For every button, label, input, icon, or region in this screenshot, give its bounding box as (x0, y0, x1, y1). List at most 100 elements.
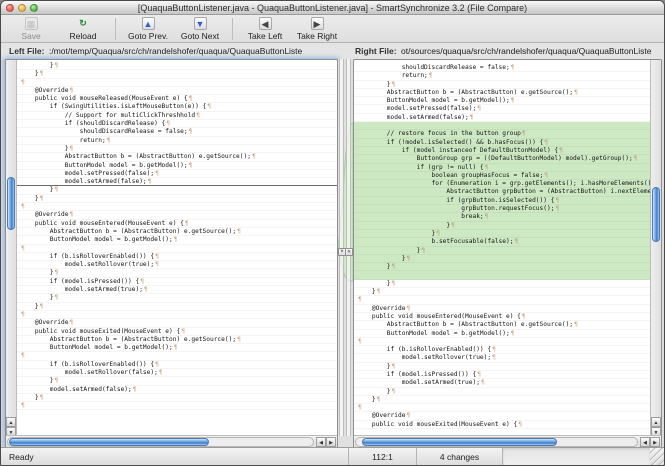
toolbar-separator (232, 18, 233, 40)
code-line: @Override¶ (354, 412, 650, 420)
save-icon: ▦ (25, 17, 38, 30)
left-horizontal-scrollbar-thumb[interactable] (9, 438, 209, 446)
code-line: AbstractButton b = (AbstractButton) e.ge… (17, 336, 337, 344)
code-line: model.setRollover(false);¶ (17, 369, 337, 377)
copy-change-left-button[interactable]: « (345, 248, 353, 256)
line-end-mark: ¶ (185, 220, 189, 227)
title-bar[interactable]: [QuaquaButtonListener.java - QuaquaButto… (1, 1, 664, 15)
scroll-right-icon[interactable]: ▶ (326, 437, 336, 447)
code-line: ButtonModel model = b.getModel();¶ (17, 162, 337, 170)
line-end-mark: ¶ (40, 303, 44, 310)
code-line: ¶ (354, 404, 650, 412)
line-end-mark: ¶ (522, 130, 526, 137)
scroll-left-icon[interactable]: ◀ (316, 437, 326, 447)
code-line: ¶ (17, 203, 337, 211)
zoom-button[interactable] (30, 4, 38, 12)
goto-next-button[interactable]: ▼ Goto Next (174, 16, 226, 42)
code-line: @Override¶ (354, 305, 650, 313)
right-vertical-scrollbar[interactable]: ▲ ▼ (650, 60, 661, 435)
line-end-mark: ¶ (377, 288, 381, 295)
right-file-path[interactable]: ot/sources/quaqua/src/ch/randelshofer/qu… (401, 46, 659, 56)
code-line: }¶ (354, 388, 650, 396)
line-end-mark: ¶ (55, 62, 59, 69)
right-vertical-scrollbar-thumb[interactable] (652, 187, 660, 242)
line-end-mark: ¶ (392, 81, 396, 88)
line-end-mark: ¶ (69, 145, 73, 152)
line-end-mark: ¶ (406, 255, 410, 262)
line-end-mark: ¶ (237, 336, 241, 343)
line-end-mark: ¶ (21, 352, 25, 359)
take-left-button[interactable]: ◀ Take Left (239, 16, 291, 42)
line-end-mark: ¶ (436, 230, 440, 237)
line-end-mark: ¶ (55, 294, 59, 301)
line-end-mark: ¶ (485, 164, 489, 171)
code-line: }¶ (354, 247, 650, 255)
left-horizontal-scrollbar-track[interactable] (7, 437, 314, 447)
code-line: boolean groupHasFocus = false;¶ (354, 172, 650, 180)
take-right-button[interactable]: ▶ Take Right (291, 16, 343, 42)
close-button[interactable] (6, 4, 14, 12)
line-end-mark: ¶ (155, 253, 159, 260)
line-end-mark: ¶ (140, 278, 144, 285)
line-end-mark: ¶ (189, 162, 193, 169)
code-line: }¶ (17, 269, 337, 277)
line-end-mark: ¶ (574, 321, 578, 328)
line-end-mark: ¶ (21, 402, 25, 409)
code-line: // restore focus in the button group¶ (354, 130, 650, 138)
code-line: ¶ (354, 296, 650, 304)
resize-grip-icon[interactable] (650, 448, 664, 465)
line-end-mark: ¶ (40, 70, 44, 77)
left-code-view[interactable]: }¶ }¶¶ @Override¶ public void mouseRelea… (17, 60, 337, 435)
line-end-mark: ¶ (174, 344, 178, 351)
line-end-mark: ¶ (133, 386, 137, 393)
line-end-mark: ¶ (544, 172, 548, 179)
left-file-path[interactable]: :/mot/temp/Quaqua/src/ch/randelshofer/qu… (49, 46, 339, 56)
right-horizontal-scrollbar-track[interactable] (355, 437, 638, 447)
line-end-mark: ¶ (477, 371, 481, 378)
scroll-up-icon[interactable]: ▲ (6, 417, 16, 427)
code-line: break;¶ (354, 213, 650, 221)
code-line: model.setArmed(false);¶ (17, 386, 337, 394)
line-end-mark: ¶ (392, 263, 396, 270)
line-end-mark: ¶ (144, 286, 148, 293)
line-end-mark: ¶ (514, 238, 518, 245)
left-vertical-scrollbar-thumb[interactable] (7, 177, 15, 230)
code-line: if (shouldDiscardRelease) {¶ (17, 120, 337, 128)
code-line: }¶ (354, 230, 650, 238)
code-line: public void mouseExited(MouseEvent e) {¶ (17, 328, 337, 336)
code-line: ButtonModel model = b.getModel();¶ (354, 97, 650, 105)
right-horizontal-scrollbar-thumb[interactable] (362, 438, 557, 446)
right-editor-pane[interactable]: shouldDiscardRelease = false;¶ return;¶ … (353, 59, 662, 449)
minimize-button[interactable] (18, 4, 26, 12)
line-end-mark: ¶ (492, 354, 496, 361)
line-end-mark: ¶ (55, 269, 59, 276)
line-end-mark: ¶ (69, 211, 73, 218)
changes-count: 4 changes (416, 448, 502, 465)
scroll-right-icon[interactable]: ▶ (650, 437, 660, 447)
line-end-mark: ¶ (358, 296, 362, 303)
code-line: b.setFocusable(false);¶ (354, 238, 650, 246)
code-line: model.setArmed(false);¶ (17, 178, 337, 186)
scroll-left-icon[interactable]: ◀ (640, 437, 650, 447)
line-end-mark: ¶ (196, 112, 200, 119)
line-end-mark: ¶ (166, 120, 170, 127)
line-end-mark: ¶ (155, 361, 159, 368)
goto-prev-button[interactable]: ▲ Goto Prev. (122, 16, 174, 42)
code-line: public void mouseEntered(MouseEvent e) {… (17, 220, 337, 228)
reload-button[interactable]: ↻ Reload (57, 16, 109, 42)
code-line: AbstractButton b = (AbstractButton) e.ge… (354, 89, 650, 97)
code-line: }¶ (354, 288, 650, 296)
right-code-view[interactable]: shouldDiscardRelease = false;¶ return;¶ … (354, 60, 650, 435)
line-end-mark: ¶ (40, 195, 44, 202)
save-button[interactable]: ▦ Save (5, 16, 57, 42)
line-end-mark: ¶ (358, 404, 362, 411)
left-editor-pane[interactable]: ▲ ▼ }¶ }¶¶ @Override¶ public void mouseR… (5, 59, 338, 449)
left-vertical-scrollbar[interactable]: ▲ ▼ (6, 60, 17, 435)
line-end-mark: ¶ (107, 137, 111, 144)
code-line: if (model.isPressed()) {¶ (354, 371, 650, 379)
take-left-button-label: Take Left (248, 31, 283, 41)
code-line: }¶ (354, 263, 650, 271)
scroll-up-icon[interactable]: ▲ (651, 417, 661, 427)
code-line (354, 122, 650, 130)
right-file-label: Right File: (355, 46, 397, 56)
